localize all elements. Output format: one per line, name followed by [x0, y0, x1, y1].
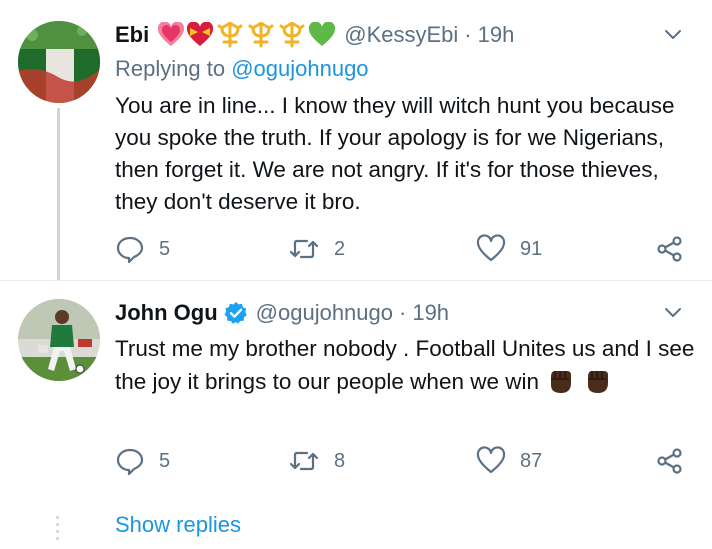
handle[interactable]: @KessyEbi — [344, 22, 458, 48]
heart-with-ribbon-icon — [187, 22, 214, 46]
tweet-text: You are in line... I know they will witc… — [115, 93, 675, 214]
retweet-icon — [289, 451, 319, 471]
replying-prefix: Replying to — [115, 56, 226, 81]
share-button[interactable] — [655, 446, 685, 476]
trident-emblem-icon — [279, 22, 305, 48]
chevron-down-icon[interactable] — [662, 301, 684, 323]
chevron-down-icon[interactable] — [662, 23, 684, 45]
raised-fist-dark-icon — [587, 371, 608, 393]
reply-button[interactable]: 5 — [115, 446, 170, 476]
tweet-john-ogu[interactable]: John Ogu @ogujohnugo · 19h Trust me my b… — [0, 281, 712, 481]
reply-icon — [116, 448, 144, 476]
like-button[interactable]: 87 — [476, 446, 542, 476]
retweet-count: 8 — [334, 449, 346, 472]
tweet-header: Ebi @KessyEbi · 19h — [115, 20, 514, 50]
more-replies-dots — [56, 516, 60, 546]
show-replies-link[interactable]: Show replies — [115, 512, 241, 538]
sparkling-heart-icon — [158, 22, 185, 46]
name-emojis — [157, 22, 336, 48]
timestamp[interactable]: 19h — [412, 300, 449, 326]
green-heart-icon — [309, 22, 336, 46]
avatar-ebi[interactable] — [18, 21, 100, 103]
heart-icon — [476, 234, 506, 262]
share-icon — [657, 236, 682, 262]
reply-count: 5 — [159, 449, 171, 472]
reply-icon — [116, 236, 144, 264]
tweet-ebi[interactable]: Ebi @KessyEbi · 19h Replying to @ogujohn… — [0, 0, 712, 280]
display-name[interactable]: Ebi — [115, 22, 149, 48]
tweet-text: Trust me my brother nobody . Football Un… — [115, 333, 695, 398]
timestamp[interactable]: 19h — [478, 22, 515, 48]
tweet-header: John Ogu @ogujohnugo · 19h — [115, 298, 449, 328]
retweet-count: 2 — [334, 237, 346, 260]
replying-to: Replying to @ogujohnugo — [115, 56, 369, 82]
like-count: 91 — [520, 237, 543, 260]
trident-emblem-icon — [217, 22, 243, 48]
handle[interactable]: @ogujohnugo — [256, 300, 393, 326]
raised-fist-dark-icon — [551, 371, 572, 393]
verified-badge-icon — [224, 302, 247, 324]
separator: · — [399, 300, 407, 325]
avatar-john-ogu[interactable] — [18, 299, 100, 381]
retweet-icon — [289, 239, 319, 259]
reply-count: 5 — [159, 237, 171, 260]
share-button[interactable] — [655, 234, 685, 264]
display-name[interactable]: John Ogu — [115, 300, 218, 326]
separator: · — [464, 22, 472, 47]
share-icon — [657, 448, 682, 474]
like-button[interactable]: 91 — [476, 234, 542, 264]
replying-mention[interactable]: @ogujohnugo — [231, 56, 368, 81]
tweet-actions: 5 8 87 — [115, 446, 695, 476]
trident-emblem-icon — [248, 22, 274, 48]
heart-icon — [476, 446, 506, 474]
retweet-button[interactable]: 2 — [288, 234, 345, 264]
tweet-actions: 5 2 91 — [115, 234, 695, 264]
reply-button[interactable]: 5 — [115, 234, 170, 264]
thread-line — [57, 108, 60, 280]
like-count: 87 — [520, 449, 543, 472]
retweet-button[interactable]: 8 — [288, 446, 345, 476]
